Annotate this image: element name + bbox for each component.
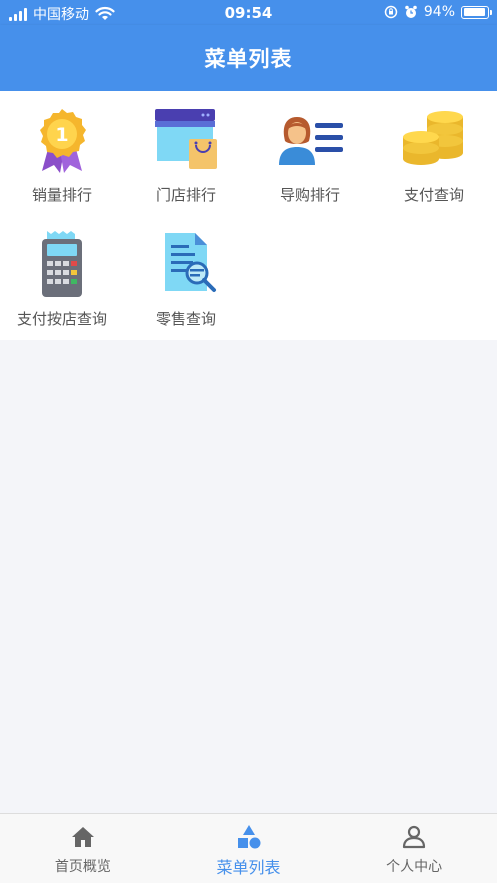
menu-item-label: 导购排行	[279, 186, 340, 204]
menu-item-payment-by-store-query[interactable]: 支付按店查询	[0, 215, 124, 339]
svg-text:1: 1	[55, 124, 68, 146]
menu-item-store-ranking[interactable]: 门店排行	[124, 91, 248, 215]
tab-label: 首页概览	[54, 859, 111, 875]
alarm-icon	[405, 5, 417, 18]
battery-icon	[461, 5, 492, 19]
tab-label: 个人中心	[386, 859, 443, 875]
menu-item-guide-ranking[interactable]: 导购排行	[248, 91, 372, 215]
tab-bar: 首页概览 菜单列表 个人中心	[0, 813, 497, 883]
salesperson-list-icon	[279, 117, 343, 165]
menu-item-label: 销量排行	[31, 186, 92, 204]
menu-grid: 1 销量排行 门店排行 导购排行 支付查询 支付按店查询 零售查询	[0, 91, 497, 340]
pos-terminal-icon	[42, 231, 82, 297]
coin-stacks-icon	[403, 111, 463, 165]
user-icon	[403, 825, 426, 849]
document-search-icon	[165, 233, 216, 292]
store-bag-icon	[155, 109, 217, 169]
home-icon	[71, 827, 94, 847]
status-bar: 中国移动 09:54 94%	[0, 0, 497, 25]
shapes-icon	[237, 825, 260, 849]
rotation-lock-icon	[384, 5, 398, 19]
tab-home-overview[interactable]: 首页概览	[0, 814, 166, 883]
menu-item-label: 门店排行	[155, 186, 216, 204]
menu-item-retail-query[interactable]: 零售查询	[124, 215, 248, 339]
tab-personal-center[interactable]: 个人中心	[331, 814, 497, 883]
status-right: 94%	[384, 4, 492, 20]
page-title: 菜单列表	[204, 47, 293, 71]
navigation-bar: 菜单列表	[0, 25, 497, 91]
menu-item-sales-ranking[interactable]: 1 销量排行	[0, 91, 124, 215]
gold-medal-icon: 1	[40, 109, 86, 173]
tab-label: 菜单列表	[216, 858, 281, 877]
menu-item-label: 支付按店查询	[16, 310, 107, 328]
battery-percent: 94%	[423, 4, 455, 20]
menu-item-label: 支付查询	[403, 186, 464, 204]
menu-item-payment-query[interactable]: 支付查询	[372, 91, 496, 215]
menu-item-label: 零售查询	[155, 310, 216, 328]
tab-menu-list[interactable]: 菜单列表	[166, 814, 332, 883]
